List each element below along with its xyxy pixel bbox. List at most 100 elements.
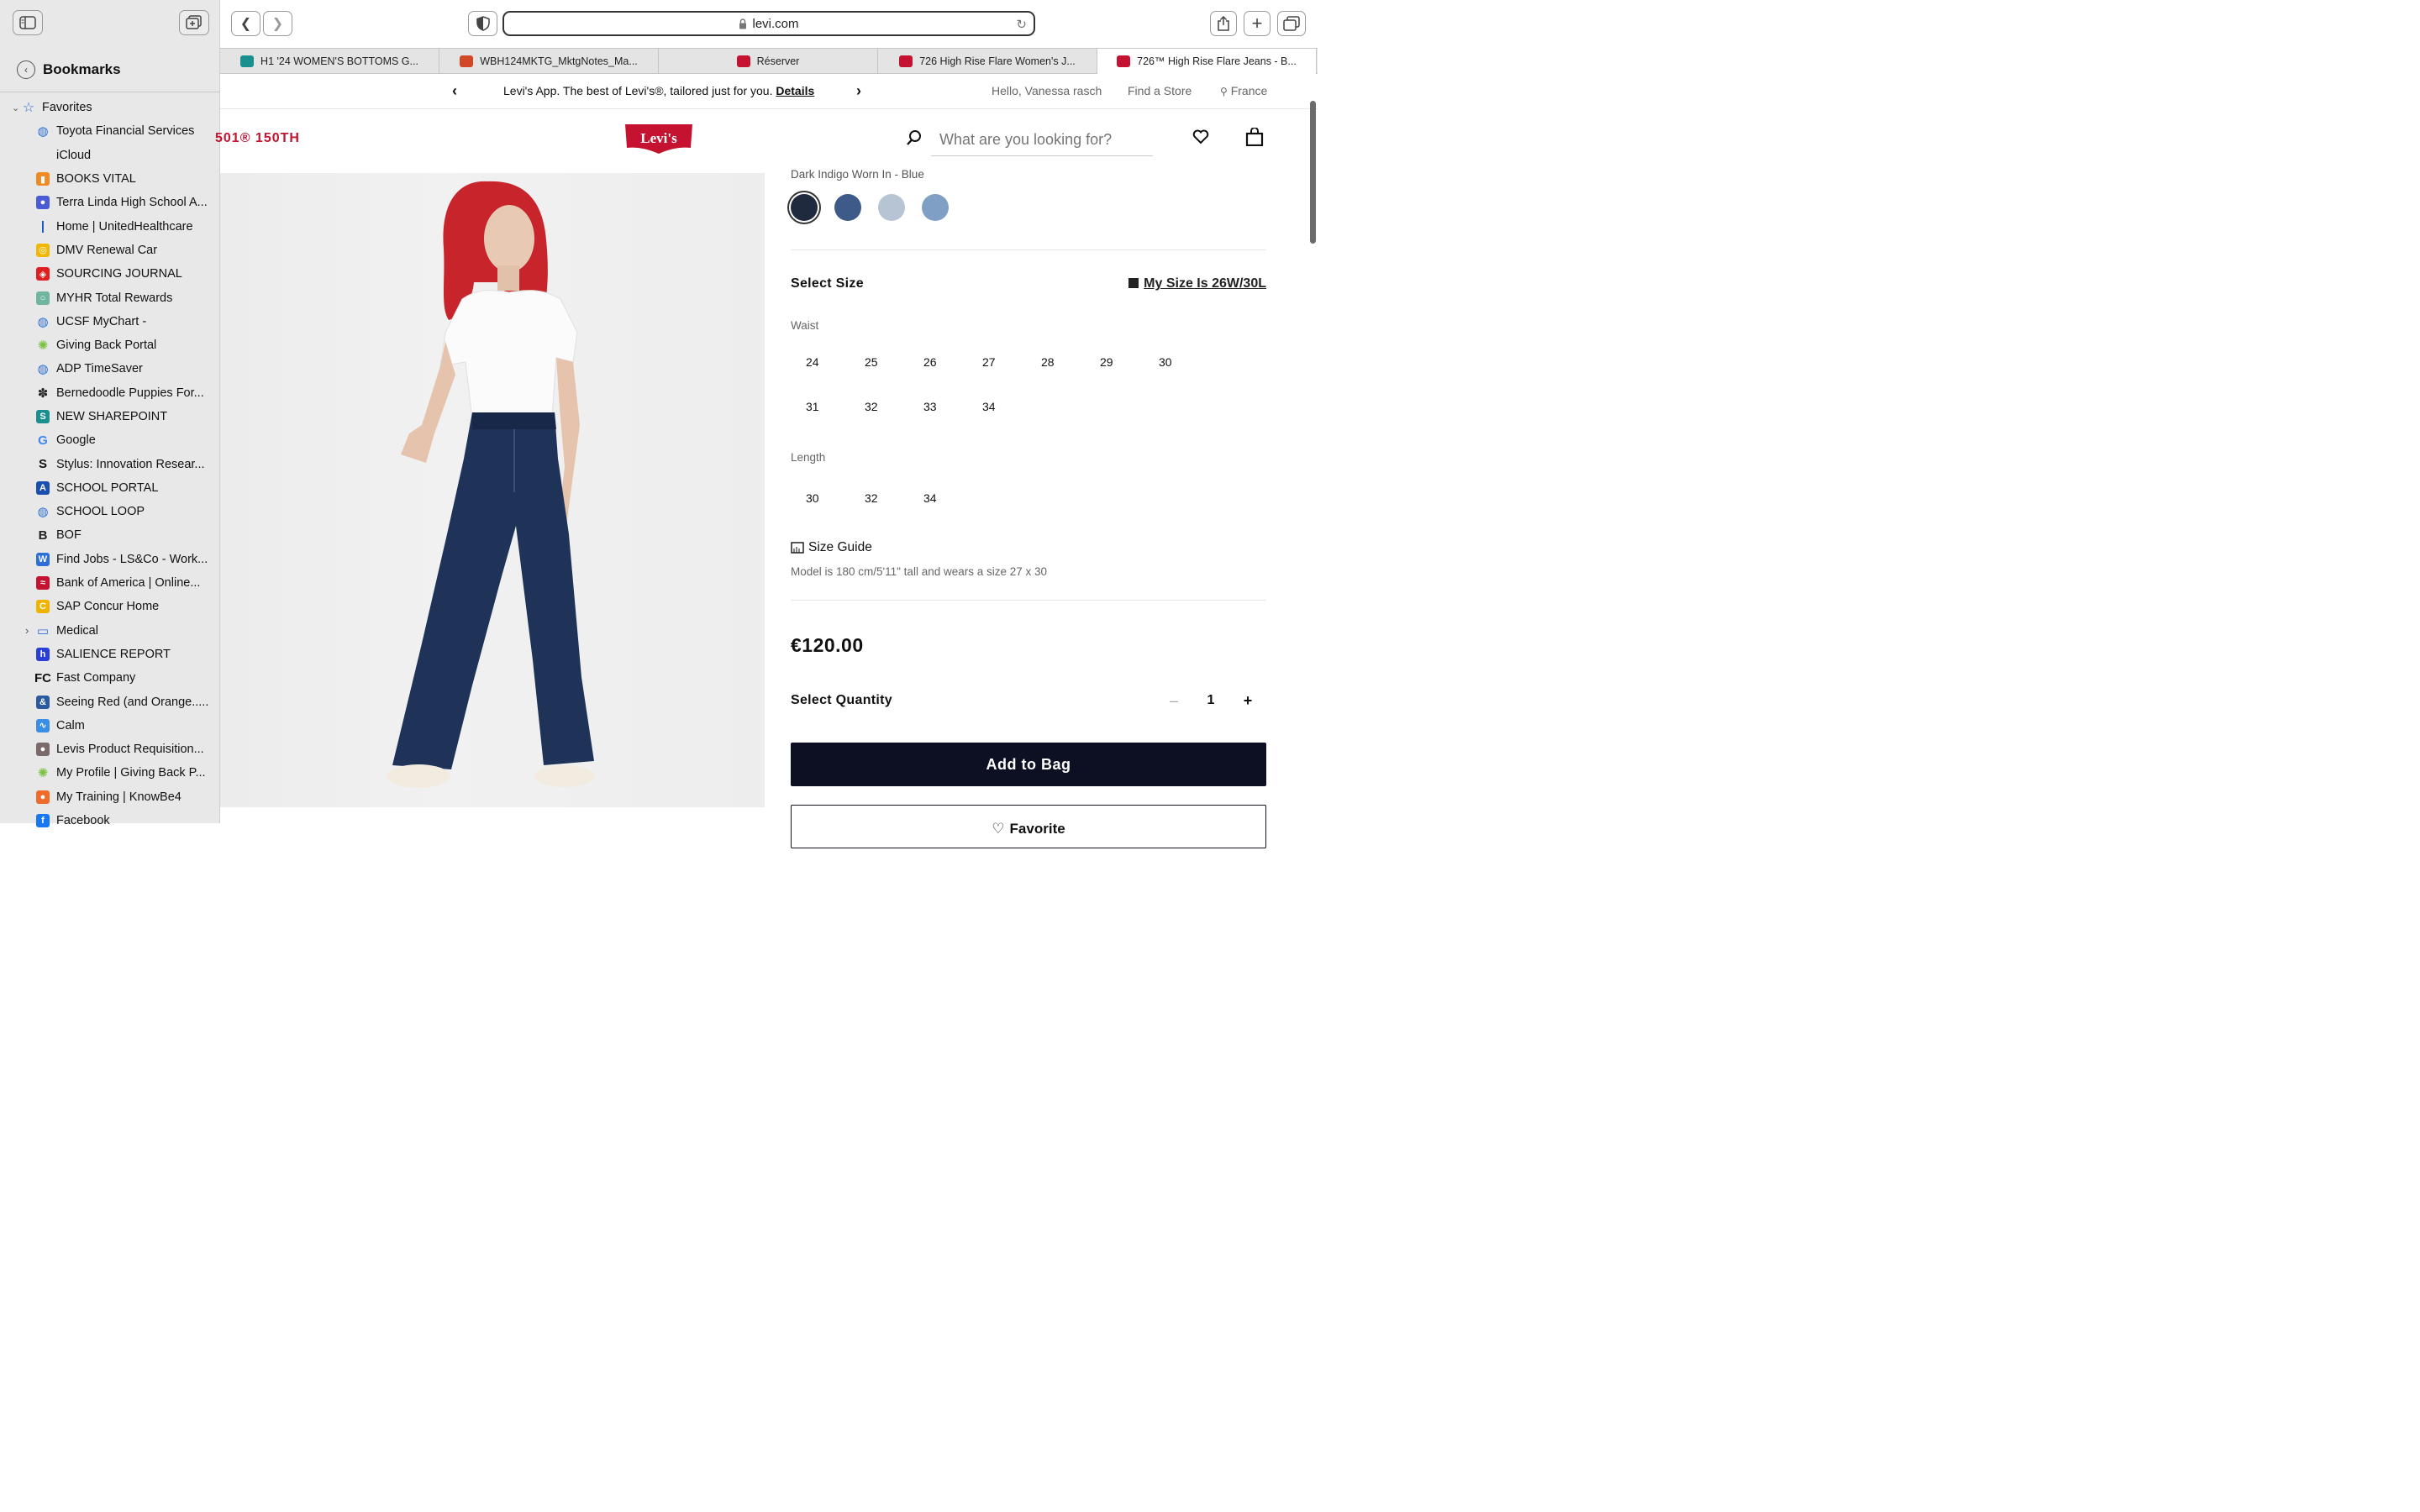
- waist-size-option[interactable]: 33: [908, 400, 967, 415]
- product-image[interactable]: [220, 173, 765, 807]
- add-to-bag-button[interactable]: Add to Bag: [791, 743, 1266, 786]
- bookmark-label: SAP Concur Home: [56, 600, 160, 614]
- boa-icon: ≈: [36, 576, 50, 591]
- waist-size-option[interactable]: 30: [1144, 355, 1202, 370]
- browser-tab[interactable]: 726™ High Rise Flare Jeans - B...: [1097, 49, 1317, 74]
- bookmark-label: BOF: [56, 528, 82, 543]
- bookmark-item[interactable]: FC Fast Company: [0, 666, 219, 690]
- bookmark-item[interactable]: ✽ Bernedoodle Puppies For...: [0, 381, 219, 405]
- bookmark-item[interactable]: C SAP Concur Home: [0, 595, 219, 618]
- bookmark-item[interactable]: ◍ Toyota Financial Services: [0, 119, 219, 143]
- back-circle-icon[interactable]: ‹: [17, 60, 35, 79]
- tab-overview-button[interactable]: [1277, 11, 1306, 36]
- waist-size-option[interactable]: 28: [1026, 355, 1085, 370]
- bookmark-item[interactable]: ≈ Bank of America | Online...: [0, 571, 219, 595]
- bookmark-label: Home | UnitedHealthcare: [56, 219, 193, 234]
- increase-quantity-button[interactable]: +: [1229, 692, 1266, 710]
- waist-size-option[interactable]: 26: [908, 355, 967, 370]
- promo-next-icon[interactable]: ›: [856, 82, 861, 100]
- promo-prev-icon[interactable]: ‹: [452, 82, 457, 100]
- search-icon[interactable]: [906, 129, 923, 146]
- bookmark-item[interactable]: ◈ SOURCING JOURNAL: [0, 262, 219, 286]
- privacy-report-button[interactable]: [468, 11, 497, 36]
- promo-details-link[interactable]: Details: [776, 84, 814, 97]
- find-store-link[interactable]: Find a Store: [1128, 84, 1192, 97]
- length-size-option[interactable]: 32: [850, 491, 908, 507]
- bookmark-item[interactable]: › ▭ Medical: [0, 619, 219, 643]
- bookmark-item[interactable]: ✺ Giving Back Portal: [0, 333, 219, 357]
- bookmark-item[interactable]: W Find Jobs - LS&Co - Work...: [0, 548, 219, 571]
- bookmark-item[interactable]: ○ MYHR Total Rewards: [0, 286, 219, 309]
- address-bar[interactable]: levi.com ↻: [502, 11, 1035, 36]
- bookmark-item[interactable]: iCloud: [0, 144, 219, 167]
- bookmark-label: iCloud: [56, 148, 92, 162]
- bookmark-item[interactable]: ∿ Calm: [0, 714, 219, 738]
- back-button[interactable]: ❮: [231, 11, 260, 36]
- share-button[interactable]: [1210, 11, 1237, 36]
- price: €120.00: [791, 634, 864, 656]
- favorite-button[interactable]: ♡ Favorite: [791, 805, 1266, 848]
- bookmark-item[interactable]: ● Levis Product Requisition...: [0, 738, 219, 761]
- bof-icon: B: [38, 528, 48, 543]
- bookmark-item[interactable]: S Stylus: Innovation Resear...: [0, 452, 219, 475]
- forward-button[interactable]: ❯: [263, 11, 292, 36]
- my-size-link[interactable]: My Size Is 26W/30L: [1128, 276, 1266, 291]
- bookmark-item[interactable]: ◍ UCSF MyChart -: [0, 310, 219, 333]
- bookmark-item[interactable]: h SALIENCE REPORT: [0, 643, 219, 666]
- bookmark-item[interactable]: ◍ ADP TimeSaver: [0, 357, 219, 381]
- bookmark-item[interactable]: ✺ My Profile | Giving Back P...: [0, 761, 219, 785]
- browser-tab[interactable]: WBH124MKTG_MktgNotes_Ma...: [439, 49, 659, 74]
- greeting-link[interactable]: Hello, Vanessa rasch: [992, 84, 1102, 97]
- size-header: Select Size My Size Is 26W/30L: [791, 276, 1266, 291]
- color-swatch[interactable]: [834, 194, 861, 221]
- waist-size-option[interactable]: 29: [1085, 355, 1144, 370]
- levis-logo[interactable]: Levi's ®: [623, 123, 694, 155]
- search-input[interactable]: [931, 124, 1153, 156]
- levis-icon: ●: [36, 743, 50, 757]
- reload-icon[interactable]: ↻: [1016, 17, 1027, 32]
- waist-size-option[interactable]: 27: [967, 355, 1026, 370]
- waist-size-option[interactable]: 24: [791, 355, 850, 370]
- bookmark-item[interactable]: B BOF: [0, 523, 219, 547]
- color-swatch[interactable]: [922, 194, 949, 221]
- waist-size-option[interactable]: 34: [967, 400, 1026, 415]
- chevron-right-icon: ❯: [271, 17, 284, 31]
- browser-tab[interactable]: H1 '24 WOMEN'S BOTTOMS G...: [220, 49, 439, 74]
- length-size-option[interactable]: 30: [791, 491, 850, 507]
- promo-marquee[interactable]: 501® 150TH: [215, 131, 300, 146]
- bookmark-item[interactable]: G Google: [0, 428, 219, 452]
- new-tab-button[interactable]: +: [1244, 11, 1270, 36]
- bookmark-item[interactable]: A SCHOOL PORTAL: [0, 476, 219, 500]
- color-swatch[interactable]: [878, 194, 905, 221]
- bookmark-item[interactable]: ▮ BOOKS VITAL: [0, 167, 219, 191]
- bookmark-item[interactable]: ◍ SCHOOL LOOP: [0, 500, 219, 523]
- shopping-bag-icon[interactable]: [1245, 128, 1264, 146]
- waist-size-option[interactable]: 32: [850, 400, 908, 415]
- waist-size-option[interactable]: 31: [791, 400, 850, 415]
- bookmark-item[interactable]: | Home | UnitedHealthcare: [0, 214, 219, 238]
- bookmark-label: SALIENCE REPORT: [56, 647, 171, 661]
- bookmark-item[interactable]: f Facebook: [0, 809, 219, 832]
- chevron-right-icon[interactable]: ›: [25, 624, 29, 637]
- chevron-down-icon[interactable]: ⌄: [0, 102, 19, 113]
- lock-icon: [739, 18, 747, 29]
- size-guide-link[interactable]: Size Guide: [791, 540, 1266, 555]
- browser-tab[interactable]: Réserver: [659, 49, 878, 74]
- bookmark-label: Bernedoodle Puppies For...: [56, 386, 204, 400]
- heart-icon[interactable]: [1192, 129, 1209, 144]
- bookmark-item[interactable]: & Seeing Red (and Orange.....: [0, 690, 219, 713]
- sidebar-toggle-button[interactable]: [13, 10, 43, 35]
- bookmark-item[interactable]: S NEW SHAREPOINT: [0, 405, 219, 428]
- bookmark-item[interactable]: ● My Training | KnowBe4: [0, 785, 219, 809]
- decrease-quantity-button[interactable]: –: [1155, 692, 1192, 710]
- bookmark-item[interactable]: ● Terra Linda High School A...: [0, 191, 219, 214]
- scrollbar[interactable]: [1310, 101, 1316, 244]
- country-selector[interactable]: ⚲ France: [1220, 84, 1267, 97]
- bookmark-item[interactable]: ◎ DMV Renewal Car: [0, 239, 219, 262]
- color-swatch[interactable]: [791, 194, 818, 221]
- new-bookmark-folder-button[interactable]: [179, 10, 209, 35]
- waist-size-option[interactable]: 25: [850, 355, 908, 370]
- length-size-option[interactable]: 34: [908, 491, 967, 507]
- browser-tab[interactable]: 726 High Rise Flare Women's J...: [878, 49, 1097, 74]
- favorites-folder[interactable]: ⌄ ☆ Favorites: [0, 96, 219, 119]
